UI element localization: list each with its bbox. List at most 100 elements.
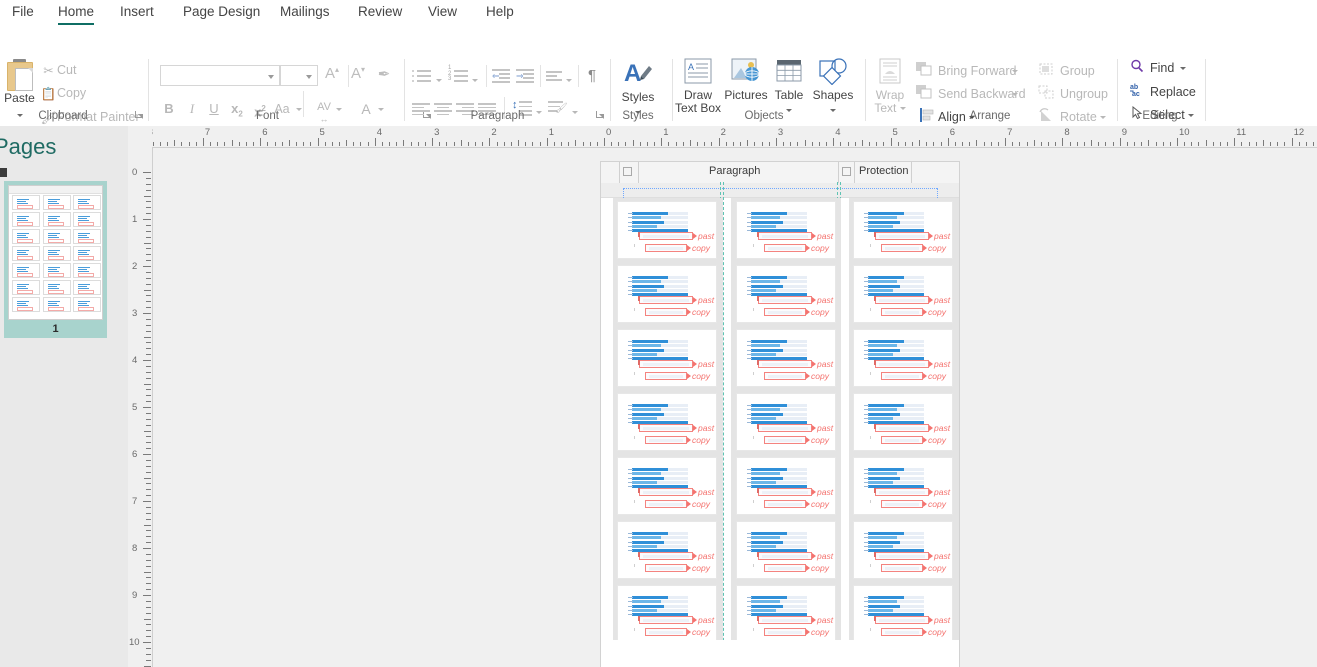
- draw-text-box-button[interactable]: A Draw Text Box: [672, 57, 724, 115]
- wrap-text-button[interactable]: Wrap Text: [866, 57, 914, 115]
- label-card[interactable]: past copy: [853, 521, 953, 579]
- italic-button[interactable]: I: [183, 98, 201, 120]
- decrease-indent-icon[interactable]: ⇐: [492, 69, 512, 83]
- tab-insert[interactable]: Insert: [112, 0, 162, 27]
- bullets-icon[interactable]: [412, 69, 434, 83]
- numbering-icon[interactable]: 123: [448, 65, 470, 83]
- label-card[interactable]: past copy: [853, 329, 953, 387]
- ruler-corner[interactable]: [128, 126, 153, 148]
- card-caption-mark: [634, 372, 635, 375]
- label-card[interactable]: past copy: [853, 457, 953, 515]
- label-card[interactable]: past copy: [736, 393, 836, 451]
- increase-indent-icon[interactable]: ⇒: [516, 69, 536, 83]
- tab-view[interactable]: View: [420, 0, 465, 27]
- chart-axis-tick: [864, 341, 869, 342]
- align-left-icon[interactable]: [412, 103, 432, 115]
- label-card[interactable]: past copy: [736, 201, 836, 259]
- font-size-dropdown-arrow[interactable]: [306, 75, 312, 79]
- label-card[interactable]: past copy: [736, 265, 836, 323]
- vertical-ruler[interactable]: 01234567891011: [128, 147, 153, 667]
- chart-axis-tick: [864, 230, 869, 232]
- cut-label: Cut: [57, 63, 77, 77]
- table-button[interactable]: Table: [766, 57, 812, 117]
- label-card[interactable]: past copy: [736, 521, 836, 579]
- ungroup-button[interactable]: Ungroup: [1038, 83, 1108, 105]
- pilcrow-icon[interactable]: ¶: [584, 65, 600, 87]
- label-card[interactable]: past copy: [853, 585, 953, 643]
- chart-axis-tick: [747, 537, 752, 539]
- clipboard-dialog-launcher[interactable]: [134, 110, 145, 121]
- grow-font-button[interactable]: A▴: [322, 65, 342, 82]
- tabs-dropdown-arrow[interactable]: [564, 69, 574, 91]
- replace-abac-icon: ab ac: [1130, 82, 1150, 104]
- dialog-launcher-icon-2: [842, 167, 851, 176]
- character-spacing-dropdown-arrow[interactable]: [334, 98, 344, 120]
- shapes-button[interactable]: Shapes: [808, 57, 858, 117]
- numbering-dropdown-arrow[interactable]: [470, 69, 480, 91]
- chart-bar: [868, 344, 898, 348]
- callout-arrow-copy: [923, 629, 927, 635]
- tabs-icon[interactable]: [546, 71, 564, 81]
- document-page[interactable]: Paragraph Protection past copy past copy pas…: [601, 162, 959, 667]
- tab-help[interactable]: Help: [478, 0, 522, 27]
- label-card[interactable]: past copy: [617, 265, 717, 323]
- bring-forward-dropdown-arrow[interactable]: [1010, 60, 1020, 82]
- bring-forward-label: Bring Forward: [938, 64, 1017, 78]
- chart-axis-tick: [864, 217, 869, 219]
- tab-mailings[interactable]: Mailings: [272, 0, 338, 27]
- thumbnail-label-card: [73, 195, 101, 210]
- copy-button[interactable]: 📋Copy: [40, 83, 86, 103]
- card-label-copy: copy: [928, 435, 946, 445]
- tab-page-design-label: Page Design: [183, 4, 261, 19]
- label-card[interactable]: past copy: [617, 393, 717, 451]
- label-card[interactable]: past copy: [853, 201, 953, 259]
- horizontal-ruler[interactable]: 876543210123456789101112: [152, 126, 1317, 148]
- label-card[interactable]: past copy: [736, 585, 836, 643]
- tab-home[interactable]: Home: [50, 0, 102, 27]
- ruler-tick-label: 4: [376, 127, 383, 138]
- label-card[interactable]: past copy: [617, 585, 717, 643]
- label-card[interactable]: past copy: [617, 521, 717, 579]
- rotate-button[interactable]: Rotate: [1038, 106, 1107, 128]
- chart-axis-tick: [628, 341, 633, 342]
- tab-review[interactable]: Review: [350, 0, 410, 27]
- shapes-dropdown-arrow[interactable]: [808, 104, 858, 117]
- label-card[interactable]: past copy: [617, 329, 717, 387]
- card-caption-mark: [634, 628, 635, 631]
- font-name-dropdown-arrow[interactable]: [268, 75, 274, 79]
- font-size-input[interactable]: [280, 65, 318, 86]
- callout-inner: [885, 247, 919, 250]
- tab-page-design[interactable]: Page Design: [175, 0, 268, 27]
- clear-formatting-icon[interactable]: ✒: [374, 65, 394, 83]
- label-card[interactable]: past copy: [736, 457, 836, 515]
- chart-axis-tick: [864, 345, 869, 347]
- bring-forward-button[interactable]: Bring Forward: [916, 60, 1017, 82]
- document-canvas[interactable]: Paragraph Protection past copy past copy pas…: [153, 148, 1317, 667]
- label-card[interactable]: past copy: [617, 201, 717, 259]
- font-color-button[interactable]: A: [358, 98, 374, 120]
- font-name-input[interactable]: [160, 65, 280, 86]
- find-dropdown-arrow[interactable]: [1178, 57, 1188, 79]
- label-card[interactable]: past copy: [617, 457, 717, 515]
- tab-file[interactable]: File: [4, 0, 42, 27]
- label-row: past copy past copy past copy: [601, 198, 959, 262]
- group-button[interactable]: Group: [1038, 60, 1095, 82]
- pages-panel-collapse-marker[interactable]: [0, 168, 7, 177]
- label-card[interactable]: past copy: [736, 329, 836, 387]
- banner-label-protection: Protection: [859, 165, 909, 177]
- label-card[interactable]: past copy: [853, 393, 953, 451]
- label-card[interactable]: past copy: [853, 265, 953, 323]
- shrink-font-button[interactable]: A▾: [348, 65, 368, 82]
- find-button[interactable]: Find: [1130, 57, 1174, 79]
- card-label-past: past: [934, 615, 951, 625]
- replace-button[interactable]: ab ac Replace: [1130, 81, 1196, 103]
- character-spacing-button[interactable]: AV ↔: [312, 96, 336, 124]
- bold-button[interactable]: B: [160, 98, 178, 120]
- wrap-text-dropdown-arrow[interactable]: [899, 107, 906, 111]
- send-backward-dropdown-arrow[interactable]: [1010, 83, 1020, 105]
- cut-button[interactable]: ✂ Cut: [40, 60, 76, 80]
- pictures-button[interactable]: Pictures: [722, 57, 770, 102]
- page-thumbnail-item[interactable]: 1: [4, 181, 107, 338]
- font-color-dropdown-arrow[interactable]: [376, 98, 386, 120]
- bullets-dropdown-arrow[interactable]: [434, 69, 444, 91]
